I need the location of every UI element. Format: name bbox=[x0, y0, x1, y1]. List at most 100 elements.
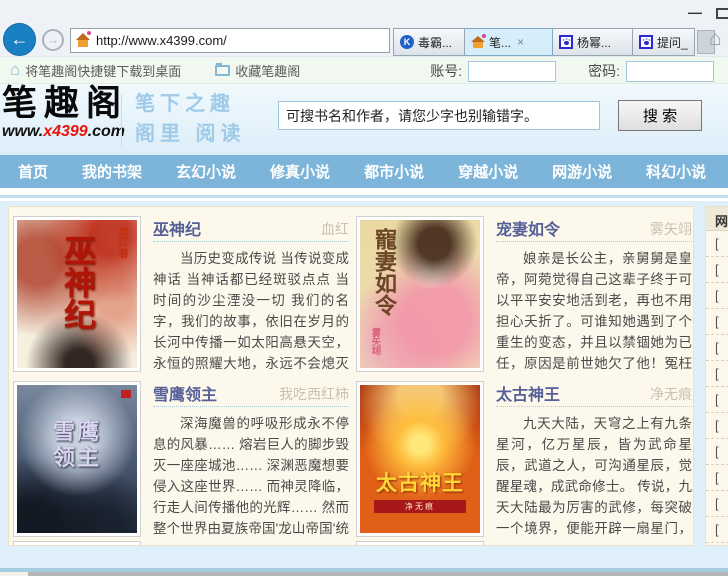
book-title-link[interactable]: 巫神纪 bbox=[153, 222, 201, 239]
book-cover[interactable]: 寵妻如令 雾矢翊 bbox=[356, 216, 484, 372]
cover-author-text: 雾矢翊 bbox=[370, 328, 383, 355]
sidebar-item[interactable]: [ bbox=[706, 361, 728, 387]
shortcut-link-label: 将笔趣阁快捷键下载到桌面 bbox=[25, 61, 181, 80]
cover-badge bbox=[121, 390, 131, 398]
shortcut-download-link[interactable]: ⌂ 将笔趣阁快捷键下载到桌面 bbox=[10, 61, 181, 80]
book-description: 娘亲是长公主，亲舅舅是皇帝，阿菀觉得自己这辈子终于可以平平安安地活到老，再也不用… bbox=[496, 248, 692, 374]
sidebar-item[interactable]: [ bbox=[706, 491, 728, 517]
sidebar-item[interactable]: [ bbox=[706, 283, 728, 309]
maximize-button[interactable] bbox=[716, 8, 728, 19]
book-title-link[interactable]: 太古神王 bbox=[496, 387, 560, 404]
logo-domain: www.x4399.com bbox=[2, 123, 128, 141]
sidebar-item[interactable]: [ bbox=[706, 439, 728, 465]
book-title-link[interactable]: 宠妻如令 bbox=[496, 222, 560, 239]
nav-item-dushi[interactable]: 都市小说 bbox=[364, 161, 424, 182]
sidebar-panel: 网 [ [ [ [ [ [ [ [ [ [ [ [ bbox=[705, 206, 728, 546]
cover-author-text: 血红 著 bbox=[114, 226, 129, 259]
main-nav: 首页 我的书架 玄幻小说 修真小说 都市小说 穿越小说 网游小说 科幻小说 bbox=[0, 155, 728, 188]
book-cover[interactable]: 太古神王 净无痕 bbox=[356, 381, 484, 537]
forward-button[interactable]: → bbox=[42, 29, 64, 51]
book-card: 巫神纪 血红 著 巫神纪 血红 当历史变成传说 当传说变成神话 当神话都已经斑驳… bbox=[13, 216, 349, 374]
browser-chrome: — ← → http://www.x4399.com/ ▾ ↻ K 毒霸... … bbox=[0, 0, 728, 56]
book-recommend-panel: 巫神纪 血红 著 巫神纪 血红 当历史变成传说 当传说变成神话 当神话都已经斑驳… bbox=[8, 206, 694, 546]
sidebar-item[interactable]: [ bbox=[706, 335, 728, 361]
book-cover[interactable]: 雪鹰领主 bbox=[13, 381, 141, 537]
tab-yangmi[interactable]: 杨幂... bbox=[553, 28, 633, 56]
cover-title-text: 巫神纪 bbox=[55, 234, 101, 330]
baidu-paw-icon bbox=[639, 35, 653, 49]
tab-tiwen[interactable]: 提问_... bbox=[633, 28, 695, 56]
book-cover[interactable]: 巫神纪 血红 著 bbox=[13, 216, 141, 372]
favorites-bar: ⌂ 将笔趣阁快捷键下载到桌面 收藏笔趣阁 账号: 密码: bbox=[0, 56, 728, 84]
nav-item-xiuzhen[interactable]: 修真小说 bbox=[270, 161, 330, 182]
slogan-line2: 阁里 阅读 bbox=[135, 119, 246, 149]
bookmark-link-label: 收藏笔趣阁 bbox=[235, 61, 300, 80]
next-row-cover-stub bbox=[13, 541, 141, 546]
tab-bar: K 毒霸... 笔... × 杨幂... 提问_... bbox=[393, 28, 695, 56]
tab-biquge-active[interactable]: 笔... × bbox=[465, 28, 553, 56]
site-favicon-icon bbox=[76, 33, 90, 47]
tab-label: 提问_... bbox=[657, 34, 688, 51]
nav-item-chuanyue[interactable]: 穿越小说 bbox=[458, 161, 518, 182]
next-row-cover-stub bbox=[356, 541, 484, 546]
page-content: 巫神纪 血红 著 巫神纪 血红 当历史变成传说 当传说变成神话 当神话都已经斑驳… bbox=[0, 201, 728, 576]
k-logo-icon: K bbox=[400, 35, 414, 49]
book-card: 雪鹰领主 雪鹰领主 我吃西红柿 深海魔兽的呼吸形成永不停息的风暴…… 熔岩巨人的… bbox=[13, 381, 349, 539]
nav-item-kehuan[interactable]: 科幻小说 bbox=[646, 161, 706, 182]
account-label: 账号: bbox=[430, 61, 462, 81]
url-text[interactable]: http://www.x4399.com/ bbox=[96, 33, 227, 48]
sidebar-item[interactable]: [ bbox=[706, 413, 728, 439]
book-search-input[interactable] bbox=[278, 101, 600, 130]
site-logo[interactable]: 笔趣阁 www.x4399.com bbox=[2, 85, 128, 141]
book-title-link[interactable]: 雪鹰领主 bbox=[153, 387, 217, 404]
book-author: 我吃西红柿 bbox=[279, 384, 349, 404]
bookmark-site-link[interactable]: 收藏笔趣阁 bbox=[215, 61, 300, 80]
close-tab-icon[interactable]: × bbox=[517, 35, 524, 49]
book-description: 九天大陆，天穹之上有九条星河，亿万星辰，皆为武命星辰，武道之人，可沟通星辰，觉醒… bbox=[496, 413, 692, 539]
address-bar[interactable]: http://www.x4399.com/ ▾ ↻ bbox=[70, 28, 390, 53]
cover-author-text: 净无痕 bbox=[374, 500, 466, 513]
book-author: 雾矢翊 bbox=[650, 219, 692, 239]
tab-label: 笔... bbox=[489, 34, 511, 51]
nav-item-wangyou[interactable]: 网游小说 bbox=[552, 161, 612, 182]
back-button[interactable]: ← bbox=[3, 23, 36, 56]
account-input[interactable] bbox=[468, 61, 556, 82]
sidebar-item[interactable]: [ bbox=[706, 309, 728, 335]
header-separator bbox=[0, 188, 728, 198]
scrollbar-thumb[interactable] bbox=[28, 572, 728, 576]
search-button[interactable]: 搜 索 bbox=[618, 100, 702, 131]
password-label: 密码: bbox=[588, 61, 620, 81]
sidebar-header: 网 bbox=[706, 207, 728, 231]
sidebar-item[interactable]: [ bbox=[706, 257, 728, 283]
tab-dubai[interactable]: K 毒霸... bbox=[393, 28, 465, 56]
home-outline-icon: ⌂ bbox=[10, 63, 20, 77]
site-slogan: 笔下之趣 阁里 阅读 bbox=[135, 89, 246, 149]
sidebar-item[interactable]: [ bbox=[706, 387, 728, 413]
book-card: 寵妻如令 雾矢翊 宠妻如令 雾矢翊 娘亲是长公主，亲舅舅是皇帝，阿菀觉得自己这辈… bbox=[356, 216, 692, 374]
password-input[interactable] bbox=[626, 61, 714, 82]
horizontal-scrollbar[interactable] bbox=[0, 572, 728, 576]
sidebar-item[interactable]: [ bbox=[706, 465, 728, 491]
tab-label: 毒霸... bbox=[418, 34, 452, 51]
home-icon[interactable]: ⌂ bbox=[709, 27, 722, 51]
book-description: 当历史变成传说 当传说变成神话 当神话都已经斑驳点点 当时间的沙尘湮没一切 我们… bbox=[153, 248, 349, 374]
sidebar-item[interactable]: [ bbox=[706, 231, 728, 257]
site-header: 笔趣阁 www.x4399.com 笔下之趣 阁里 阅读 搜 索 bbox=[0, 84, 728, 155]
cover-title-text: 寵妻如令 bbox=[368, 228, 400, 316]
nav-item-bookshelf[interactable]: 我的书架 bbox=[82, 161, 142, 182]
logo-title: 笔趣阁 bbox=[2, 85, 128, 123]
nav-item-xuanhuan[interactable]: 玄幻小说 bbox=[176, 161, 236, 182]
book-author: 净无痕 bbox=[650, 384, 692, 404]
sidebar-item[interactable]: [ bbox=[706, 517, 728, 543]
login-area: 账号: 密码: bbox=[430, 57, 714, 85]
minimize-button[interactable]: — bbox=[688, 4, 702, 20]
nav-item-home[interactable]: 首页 bbox=[18, 161, 48, 182]
tab-label: 杨幂... bbox=[577, 34, 611, 51]
book-description: 深海魔兽的呼吸形成永不停息的风暴…… 熔岩巨人的脚步毁灭一座座城池…… 深渊恶魔… bbox=[153, 413, 349, 539]
baidu-paw-icon bbox=[559, 35, 573, 49]
cover-title-text: 太古神王 bbox=[360, 467, 480, 497]
cover-title-text: 雪鹰领主 bbox=[50, 419, 104, 471]
browser-window: — ← → http://www.x4399.com/ ▾ ↻ K 毒霸... … bbox=[0, 0, 728, 576]
header-divider bbox=[121, 94, 122, 146]
home-favicon-icon bbox=[471, 36, 485, 49]
